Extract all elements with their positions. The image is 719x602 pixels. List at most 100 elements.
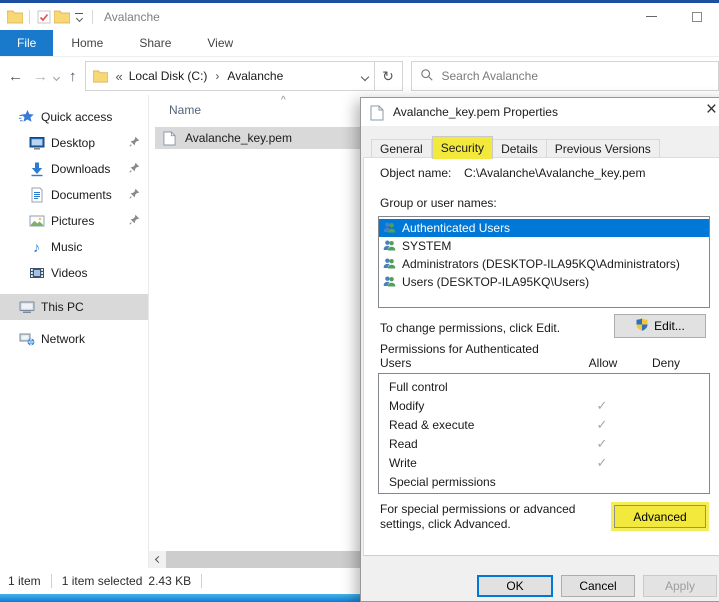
breadcrumb-collapse-icon[interactable]: « (116, 69, 123, 84)
permission-row[interactable]: Read✓ (379, 434, 709, 453)
allow-column-label: Allow (572, 356, 634, 370)
ribbon-tab-home[interactable]: Home (53, 30, 121, 56)
users-group-icon (382, 257, 398, 272)
allow-checkmark: ✓ (571, 417, 633, 433)
column-header-name[interactable]: Name (169, 103, 201, 117)
ribbon-tab-share[interactable]: Share (121, 30, 189, 56)
sidebar-item-label: Music (51, 240, 82, 254)
permission-row[interactable]: Write✓ (379, 453, 709, 472)
minimize-icon (646, 16, 657, 17)
group-name: Authenticated Users (402, 221, 510, 235)
object-name-label: Object name: (380, 166, 464, 180)
scrollbar-thumb[interactable] (166, 551, 360, 568)
pictures-icon (28, 213, 45, 229)
group-list-item[interactable]: Users (DESKTOP-ILA95KQ\Users) (379, 273, 709, 291)
security-tab-page: Object name: C:\Avalanche\Avalanche_key.… (363, 157, 719, 556)
permissions-label: Permissions for Authenticated Users (380, 342, 572, 370)
sort-ascending-icon[interactable]: ^ (281, 95, 286, 106)
sidebar-item-desktop[interactable]: Desktop (0, 130, 148, 156)
users-group-icon (382, 221, 398, 236)
sidebar-item-label: This PC (41, 300, 84, 314)
permission-row[interactable]: Read & execute✓ (379, 415, 709, 434)
permission-row[interactable]: Special permissions (379, 472, 709, 491)
scroll-left-icon[interactable] (149, 551, 166, 568)
permission-row[interactable]: Full control (379, 377, 709, 396)
breadcrumb-item[interactable]: Local Disk (C:) (129, 69, 208, 83)
group-list-item[interactable]: Authenticated Users (379, 219, 709, 237)
status-item-count: 1 item (8, 574, 41, 588)
window-title: Avalanche (104, 10, 160, 24)
sidebar-item-videos[interactable]: Videos (0, 260, 148, 286)
address-bar[interactable]: « Local Disk (C:) › Avalanche (85, 61, 375, 91)
sidebar-item-quick-access[interactable]: Quick access (0, 104, 148, 130)
permissions-listbox[interactable]: Full control Modify✓Read & execute✓Read✓W… (378, 373, 710, 494)
ribbon-tab-view[interactable]: View (189, 30, 251, 56)
back-icon[interactable]: ← (8, 68, 23, 85)
dialog-tab-general[interactable]: General (371, 139, 432, 159)
group-name: Administrators (DESKTOP-ILA95KQ\Administ… (402, 257, 680, 271)
advanced-button[interactable]: Advanced (614, 505, 706, 528)
address-dropdown-icon[interactable] (362, 69, 368, 83)
search-input[interactable]: Search Avalanche (411, 61, 719, 91)
advanced-hint: For special permissions or advanced sett… (380, 502, 622, 532)
refresh-icon[interactable]: ↻ (375, 61, 403, 91)
permission-name: Full control (389, 380, 571, 394)
sidebar-item-documents[interactable]: Documents (0, 182, 148, 208)
status-selection: 1 item selected (62, 574, 143, 588)
groups-listbox[interactable]: Authenticated Users SYSTEM Administrators … (378, 216, 710, 308)
permission-row[interactable]: Modify✓ (379, 396, 709, 415)
qat-customize-icon[interactable] (75, 13, 83, 21)
sidebar-item-music[interactable]: ♪Music (0, 234, 148, 260)
edit-hint: To change permissions, click Edit. (380, 321, 560, 335)
allow-checkmark: ✓ (571, 398, 633, 414)
sidebar-item-label: Downloads (51, 162, 110, 176)
file-name: Avalanche_key.pem (185, 131, 292, 145)
dialog-tab-security[interactable]: Security (432, 136, 493, 159)
dialog-tab-previous-versions[interactable]: Previous Versions (547, 139, 660, 159)
forward-icon[interactable]: → (33, 68, 48, 85)
videos-icon (28, 265, 45, 281)
breadcrumb-separator-icon: › (215, 69, 219, 83)
users-group-icon (382, 275, 398, 290)
apply-button[interactable]: Apply (643, 575, 717, 597)
maximize-button[interactable] (674, 3, 719, 30)
ok-label: OK (506, 579, 523, 593)
qat-new-folder-icon[interactable] (53, 9, 71, 25)
group-list-item[interactable]: Administrators (DESKTOP-ILA95KQ\Administ… (379, 255, 709, 273)
allow-checkmark: ✓ (571, 455, 633, 471)
sidebar-item-label: Pictures (51, 214, 94, 228)
group-list-item[interactable]: SYSTEM (379, 237, 709, 255)
ribbon-tab-bar: FileHomeShareView (0, 30, 719, 57)
status-size: 2.43 KB (148, 574, 191, 588)
dialog-title: Avalanche_key.pem Properties (393, 105, 558, 119)
groups-label: Group or user names: (380, 196, 497, 210)
app-folder-icon (6, 9, 24, 25)
minimize-button[interactable] (629, 3, 674, 30)
sidebar-item-label: Network (41, 332, 85, 346)
properties-dialog: Avalanche_key.pem Properties × GeneralSe… (360, 97, 719, 602)
dialog-close-icon[interactable]: × (706, 99, 717, 121)
sidebar-item-network[interactable]: Network (0, 326, 148, 352)
dialog-tab-details[interactable]: Details (493, 139, 547, 159)
up-icon[interactable]: ↑ (69, 68, 77, 85)
horizontal-scrollbar[interactable] (149, 551, 360, 568)
object-name-row: Object name: C:\Avalanche\Avalanche_key.… (380, 166, 645, 180)
ok-button[interactable]: OK (477, 575, 553, 597)
sidebar-item-pictures[interactable]: Pictures (0, 208, 148, 234)
navigation-bar: ← → ↑ « Local Disk (C:) › Avalanche ↻ Sear… (0, 57, 719, 95)
cancel-button[interactable]: Cancel (561, 575, 635, 597)
sidebar-item-downloads[interactable]: Downloads (0, 156, 148, 182)
qat-properties-icon[interactable] (35, 9, 53, 25)
file-page-icon (370, 105, 386, 120)
dialog-tab-bar: GeneralSecurityDetailsPrevious Versions (371, 136, 660, 159)
recent-locations-icon[interactable] (54, 69, 59, 83)
sidebar-item-label: Videos (51, 266, 87, 280)
sidebar-item-this-pc[interactable]: This PC (0, 294, 148, 320)
object-name-value: C:\Avalanche\Avalanche_key.pem (464, 166, 645, 180)
breadcrumb-item[interactable]: Avalanche (227, 69, 283, 83)
titlebar-separator2 (92, 10, 93, 24)
ribbon-tab-file[interactable]: File (0, 30, 53, 56)
edit-button[interactable]: Edit... (614, 314, 706, 338)
advanced-button-label: Advanced (633, 510, 686, 524)
sidebar-item-label: Desktop (51, 136, 95, 150)
